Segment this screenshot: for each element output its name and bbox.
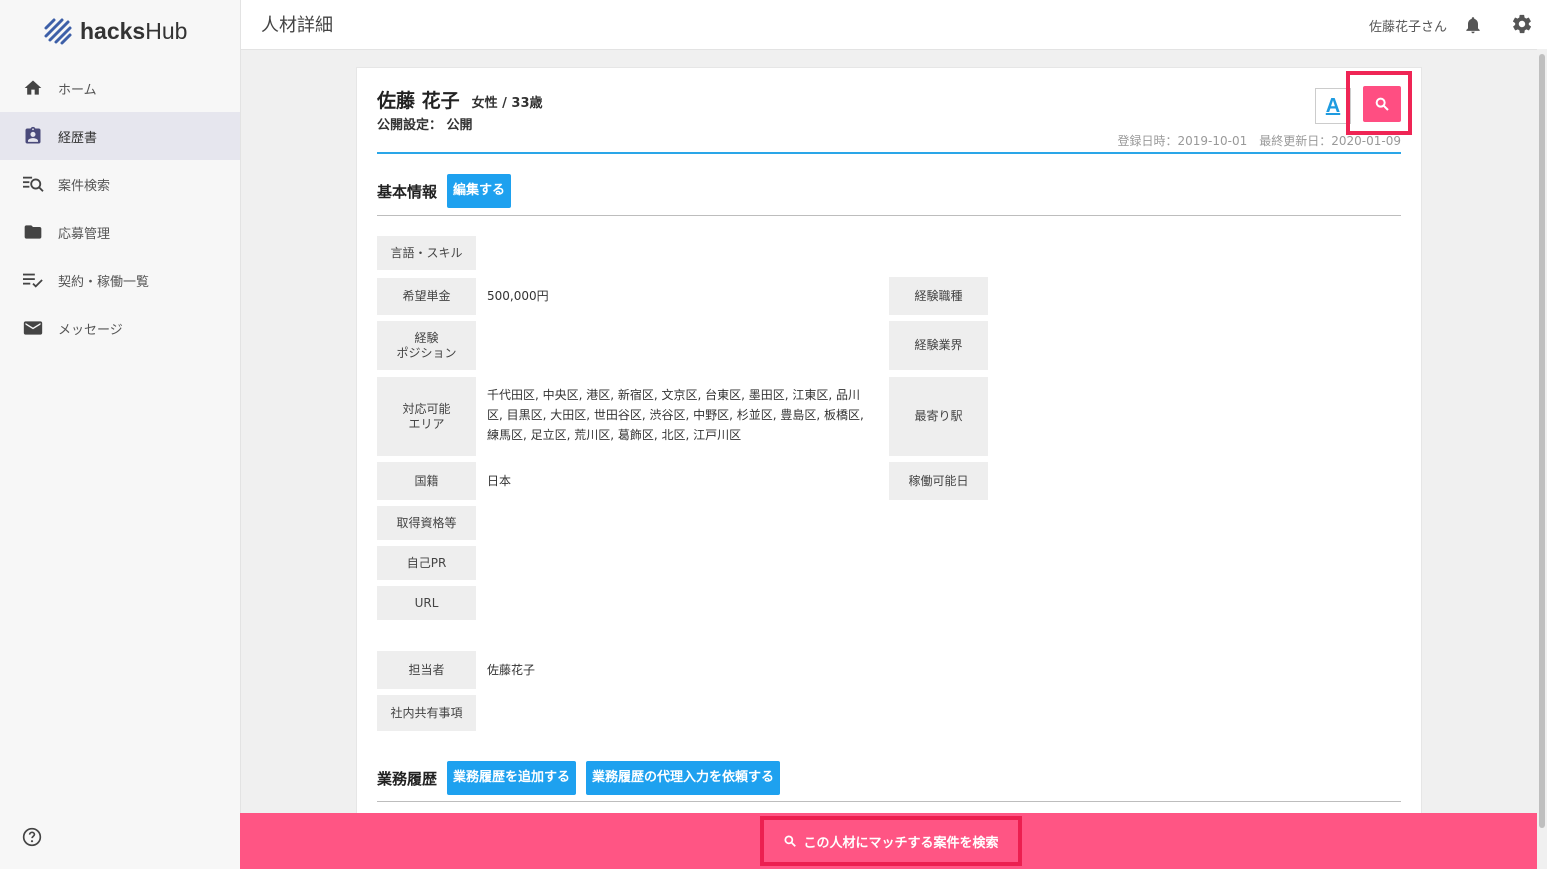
sidebar-item-label: 契約・稼働一覧	[58, 274, 150, 290]
folder-icon	[22, 221, 44, 243]
edit-button[interactable]: 編集する	[447, 174, 512, 208]
visibility-setting: 公開設定： 公開	[377, 118, 473, 133]
label-internal-notes: 社内共有事項	[377, 695, 476, 731]
label-manager: 担当者	[377, 651, 476, 689]
label-station: 最寄り駅	[889, 377, 988, 456]
logo-mark-icon	[44, 18, 72, 45]
person-name: 佐藤 花子	[377, 90, 460, 112]
label-area: 対応可能 エリア	[377, 377, 476, 456]
add-work-history-button[interactable]: 業務履歴を追加する	[447, 761, 577, 795]
sidebar-item-label: 案件検索	[58, 178, 111, 194]
section-divider	[377, 801, 1401, 802]
header-divider	[377, 152, 1401, 154]
sidebar-nav: ホーム 経歴書 案件検索 応募管理 契約・稼働一覧 メッセージ	[0, 64, 240, 352]
label-start-date: 稼働可能日	[889, 462, 988, 500]
label-rate: 希望単金	[377, 278, 476, 315]
top-bar: 人材詳細 佐藤花子さん	[241, 0, 1547, 50]
resume-icon	[22, 125, 44, 147]
sidebar-item-label: 応募管理	[58, 226, 111, 242]
sidebar-item-resume[interactable]: 経歴書	[0, 112, 240, 160]
label-skills: 言語・スキル	[377, 236, 476, 270]
sidebar-item-label: ホーム	[58, 82, 97, 98]
label-url: URL	[377, 586, 476, 620]
highlight-annotation	[1346, 71, 1412, 135]
page-title: 人材詳細	[261, 15, 333, 36]
gear-icon[interactable]	[1511, 13, 1533, 35]
request-proxy-input-button[interactable]: 業務履歴の代理入力を依頼する	[586, 761, 781, 795]
label-industry: 経験業界	[889, 321, 988, 370]
work-history-title: 業務履歴	[377, 769, 438, 788]
home-icon	[22, 77, 44, 99]
value-rate: 500,000円	[487, 289, 549, 303]
logo[interactable]: hacksHub	[42, 14, 187, 48]
sidebar-item-messages[interactable]: メッセージ	[0, 304, 240, 352]
search-list-icon	[22, 173, 44, 195]
section-divider	[377, 215, 1401, 216]
value-manager: 佐藤花子	[487, 663, 536, 677]
label-position: 経験 ポジション	[377, 321, 476, 370]
bell-icon[interactable]	[1463, 14, 1483, 36]
match-jobs-search-button[interactable]: この人材にマッチする案件を検索	[760, 816, 1022, 866]
work-history-header: 業務履歴 業務履歴を追加する 業務履歴の代理入力を依頼する	[377, 761, 781, 795]
logo-text: hacksHub	[80, 17, 188, 44]
label-qualifications: 取得資格等	[377, 506, 476, 540]
label-pr: 自己PR	[377, 546, 476, 580]
checklist-icon	[22, 269, 44, 291]
text-format-icon: A	[1325, 94, 1341, 117]
name-row: 佐藤 花子 女性 / 33歳	[377, 86, 543, 113]
sidebar-item-contracts[interactable]: 契約・稼働一覧	[0, 256, 240, 304]
gender-age: 女性 / 33歳	[471, 96, 543, 111]
label-nationality: 国籍	[377, 462, 476, 500]
sidebar-item-job-search[interactable]: 案件検索	[0, 160, 240, 208]
match-jobs-search-label: この人材にマッチする案件を検索	[803, 835, 999, 851]
sidebar-item-applications[interactable]: 応募管理	[0, 208, 240, 256]
value-area: 千代田区, 中央区, 港区, 新宿区, 文京区, 台東区, 墨田区, 江東区, …	[487, 388, 864, 442]
mail-icon	[22, 317, 44, 339]
basic-info-title: 基本情報	[377, 182, 438, 201]
sidebar: hacksHub ホーム 経歴書 案件検索 応募管理 契約・稼働一覧 メッセージ	[0, 0, 241, 869]
sidebar-item-label: メッセージ	[58, 322, 123, 338]
user-name[interactable]: 佐藤花子さん	[1369, 16, 1447, 35]
sidebar-item-label: 経歴書	[58, 130, 98, 146]
sidebar-item-home[interactable]: ホーム	[0, 64, 240, 112]
value-nationality: 日本	[487, 474, 512, 488]
label-job-type: 経験職種	[889, 277, 988, 315]
scrollbar-thumb[interactable]	[1539, 54, 1545, 828]
profile-card: 佐藤 花子 女性 / 33歳 公開設定： 公開 登録日時：2019-10-01 …	[356, 67, 1422, 829]
basic-info-header: 基本情報 編集する	[377, 174, 512, 208]
help-icon[interactable]	[22, 827, 42, 847]
search-icon	[784, 835, 797, 847]
